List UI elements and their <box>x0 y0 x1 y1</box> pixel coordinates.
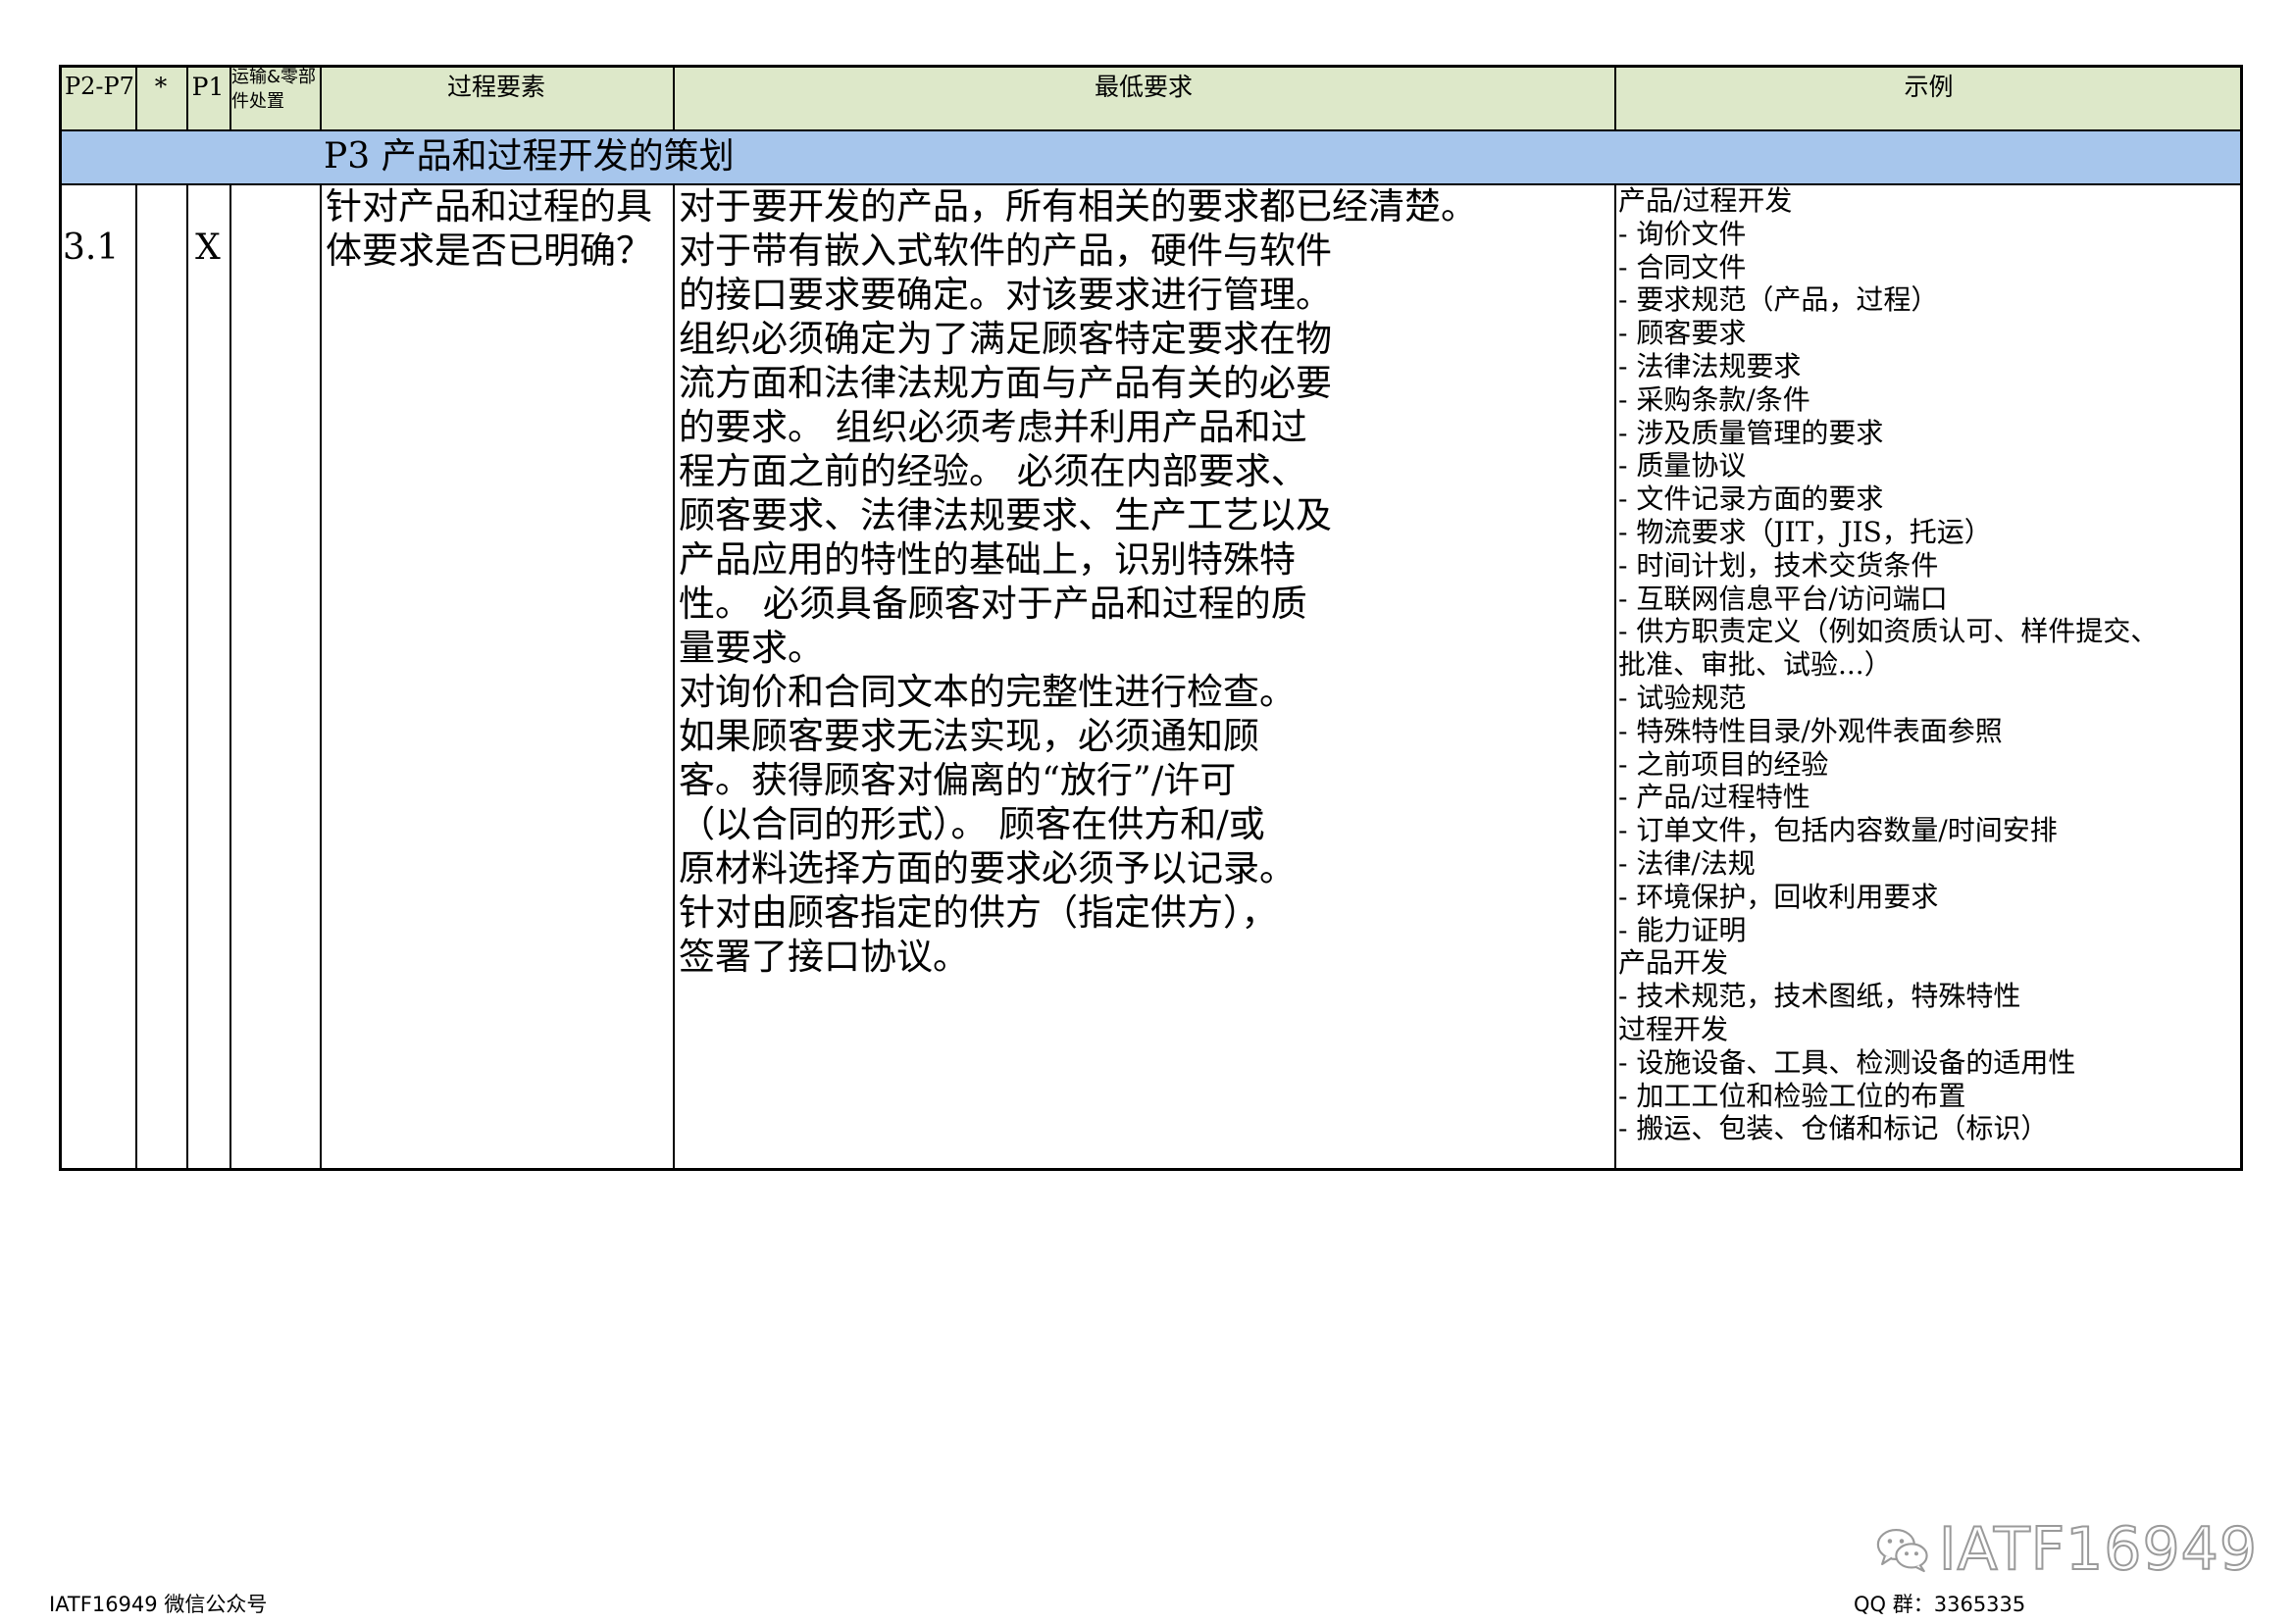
row-examples: 产品/过程开发 - 询价文件 - 合同文件 - 要求规范（产品，过程） - 顾客… <box>1618 184 2159 1145</box>
row-star <box>135 184 186 1171</box>
border-header-bottom <box>59 129 2243 131</box>
border-top <box>59 65 2243 68</box>
divider-example-body <box>1614 184 1616 1171</box>
wechat-icon <box>1876 1529 1928 1573</box>
header-process-element: 过程要素 <box>446 73 545 101</box>
header-p2-p7: P2-P7 <box>65 73 134 100</box>
row-transport <box>229 184 320 1171</box>
header-transport: 运输&零部件处置 <box>231 67 317 112</box>
row-p1-mark: X <box>195 228 221 268</box>
section-title: P3 产品和过程开发的策划 <box>59 129 2243 184</box>
divider-transport-body <box>229 184 231 1171</box>
border-left <box>59 65 62 1171</box>
watermark: IATF16949 <box>1875 1510 2258 1589</box>
row-process-element: 针对产品和过程的具体要求是否已明确？ <box>326 185 652 272</box>
header-examples: 示例 <box>1904 73 1954 101</box>
divider-star <box>135 65 137 129</box>
divider-minreq <box>673 65 675 129</box>
divider-star-body <box>135 184 137 1171</box>
row-minimum-requirement: 对于要开发的产品，所有相关的要求都已经清楚。 对于带有嵌入式软件的产品，硬件与软… <box>679 185 1477 978</box>
border-section-bottom <box>59 183 2243 185</box>
divider-p1-body <box>186 184 188 1171</box>
header-minimum-requirement: 最低要求 <box>1094 73 1193 101</box>
watermark-text: IATF16949 <box>1938 1514 2258 1585</box>
divider-process-body <box>320 184 322 1171</box>
audit-table: P2-P7 * P1 运输&零部件处置 过程要素 最低要求 示例 P3 产品和过… <box>59 65 2243 1171</box>
divider-example <box>1614 65 1616 129</box>
border-bottom <box>59 1168 2243 1171</box>
header-star: * <box>154 73 168 101</box>
divider-minreq-body <box>673 184 675 1171</box>
divider-transport <box>229 65 231 129</box>
border-right <box>2240 65 2243 1171</box>
divider-process <box>320 65 322 129</box>
divider-p1 <box>186 65 188 129</box>
header-p1: P1 <box>191 73 225 101</box>
footer-right: QQ 群：3365335 <box>1854 1593 2026 1616</box>
row-number: 3.1 <box>63 228 120 268</box>
footer-left: IATF16949 微信公众号 <box>49 1593 268 1616</box>
